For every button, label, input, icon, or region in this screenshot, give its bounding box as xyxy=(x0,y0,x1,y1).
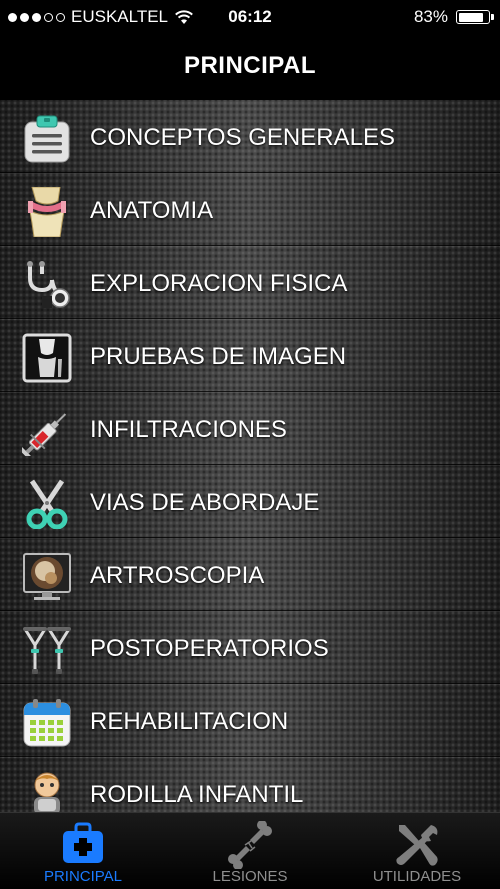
menu-item-label: ARTROSCOPIA xyxy=(90,562,265,589)
tab-label: UTILIDADES xyxy=(372,868,462,885)
menu-item-label: ANATOMIA xyxy=(90,197,214,224)
tab-lesiones[interactable]: LESIONES xyxy=(167,813,333,889)
tab-bar: PRINCIPAL LESIONES UTILIDADES xyxy=(0,812,500,889)
menu-item-infiltraciones[interactable]: INFILTRACIONES xyxy=(0,392,500,465)
menu-item-exploracion-fisica[interactable]: EXPLORACION FISICA xyxy=(0,246,500,319)
page-title: PRINCIPAL xyxy=(183,52,317,79)
stethoscope-icon xyxy=(22,260,72,310)
broken-bone-icon xyxy=(226,821,274,869)
menu-item-label: INFILTRACIONES xyxy=(90,416,287,443)
tab-label: LESIONES xyxy=(212,868,288,885)
menu-item-label: POSTOPERATORIOS xyxy=(90,635,329,662)
battery-icon xyxy=(456,10,494,24)
scissors-icon xyxy=(22,479,72,529)
menu-item-artroscopia[interactable]: ARTROSCOPIA xyxy=(0,538,500,611)
crutches-icon xyxy=(22,625,72,675)
status-right: 83% xyxy=(413,7,494,27)
menu-item-label: PRUEBAS DE IMAGEN xyxy=(90,343,347,370)
menu-item-label: RODILLA INFANTIL xyxy=(90,781,304,808)
main-menu-list[interactable]: CONCEPTOS GENERALES ANATOMIA EXPLORACION… xyxy=(0,100,500,812)
menu-item-postoperatorios[interactable]: POSTOPERATORIOS xyxy=(0,611,500,684)
navigation-bar: PRINCIPAL xyxy=(0,36,500,100)
menu-item-vias-de-abordaje[interactable]: VIAS DE ABORDAJE xyxy=(0,465,500,538)
arthroscopy-monitor-icon xyxy=(22,552,72,602)
tab-utilidades[interactable]: UTILIDADES xyxy=(334,813,500,889)
child-icon xyxy=(22,771,72,812)
status-bar: EUSKALTEL 06:12 83% xyxy=(0,0,500,36)
clipboard-icon xyxy=(22,114,72,164)
menu-item-rodilla-infantil[interactable]: RODILLA INFANTIL xyxy=(0,757,500,812)
tab-principal[interactable]: PRINCIPAL xyxy=(0,813,166,889)
tools-icon xyxy=(393,821,441,869)
menu-item-anatomia[interactable]: ANATOMIA xyxy=(0,173,500,246)
tab-label: PRINCIPAL xyxy=(43,868,123,885)
menu-item-pruebas-de-imagen[interactable]: PRUEBAS DE IMAGEN xyxy=(0,319,500,392)
medical-kit-icon xyxy=(59,821,107,869)
knee-joint-icon xyxy=(22,187,72,237)
battery-percent: 83% xyxy=(413,7,448,26)
menu-item-label: REHABILITACION xyxy=(90,708,289,735)
menu-item-conceptos-generales[interactable]: CONCEPTOS GENERALES xyxy=(0,100,500,173)
calendar-icon xyxy=(22,698,72,748)
menu-item-label: CONCEPTOS GENERALES xyxy=(90,124,395,151)
syringe-icon xyxy=(22,406,72,456)
xray-icon xyxy=(22,333,72,383)
menu-item-label: EXPLORACION FISICA xyxy=(90,270,348,297)
menu-item-label: VIAS DE ABORDAJE xyxy=(90,489,320,516)
menu-item-rehabilitacion[interactable]: REHABILITACION xyxy=(0,684,500,757)
